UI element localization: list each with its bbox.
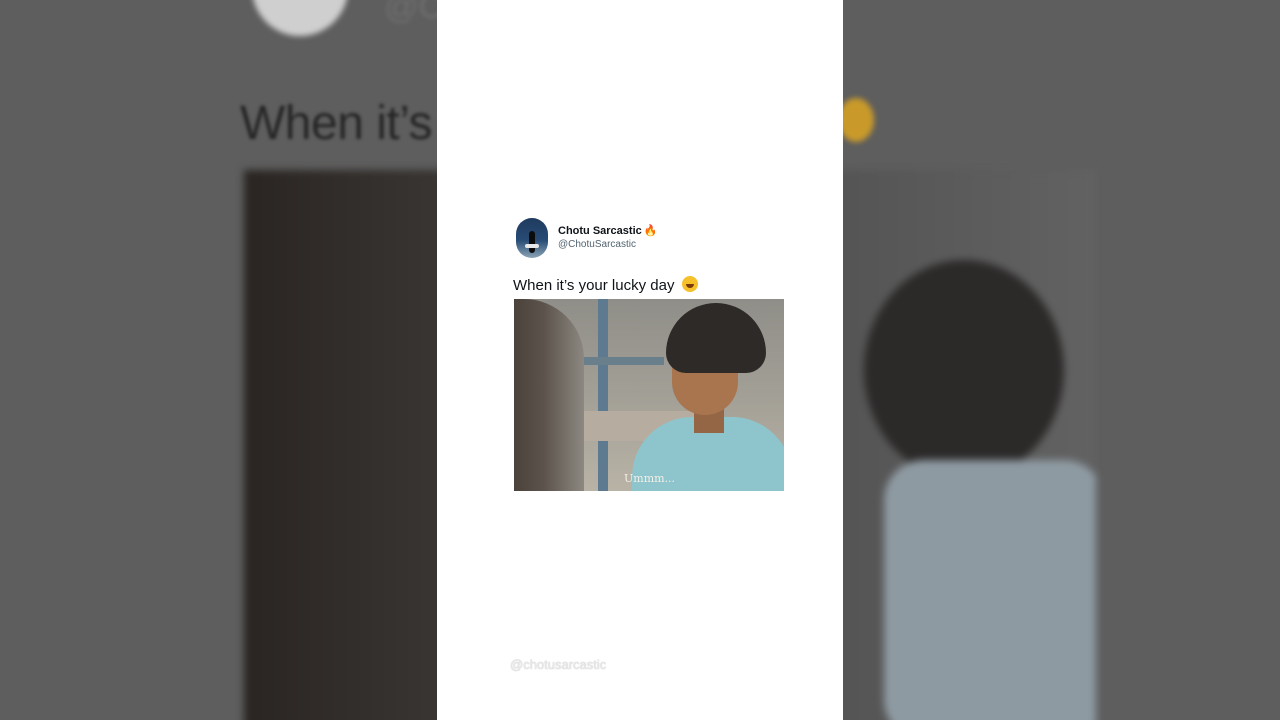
watermark: @chotusarcastic — [510, 657, 607, 672]
display-name[interactable]: Chotu Sarcastic 🔥 — [558, 225, 657, 238]
post-media[interactable]: Ummm... — [514, 299, 784, 491]
background-caption: When it’s — [240, 97, 433, 150]
display-name-text: Chotu Sarcastic — [558, 225, 642, 237]
post-caption: When it’s your lucky day — [513, 276, 698, 294]
video-subtitle: Ummm... — [624, 472, 676, 485]
laughing-emoji-icon — [681, 276, 698, 292]
author-info: Chotu Sarcastic 🔥 @ChotuSarcastic — [558, 225, 657, 251]
caption-text: When it’s your lucky day — [513, 277, 675, 294]
fire-icon: 🔥 — [643, 225, 658, 237]
background-emoji-icon — [838, 98, 874, 142]
post-card: Chotu Sarcastic 🔥 @ChotuSarcastic When i… — [437, 0, 843, 720]
post-header: Chotu Sarcastic 🔥 @ChotuSarcastic — [516, 218, 657, 258]
avatar[interactable] — [516, 218, 548, 258]
background-avatar — [252, 0, 348, 36]
background-handle: @C — [384, 0, 444, 26]
user-handle[interactable]: @ChotuSarcastic — [558, 238, 657, 251]
